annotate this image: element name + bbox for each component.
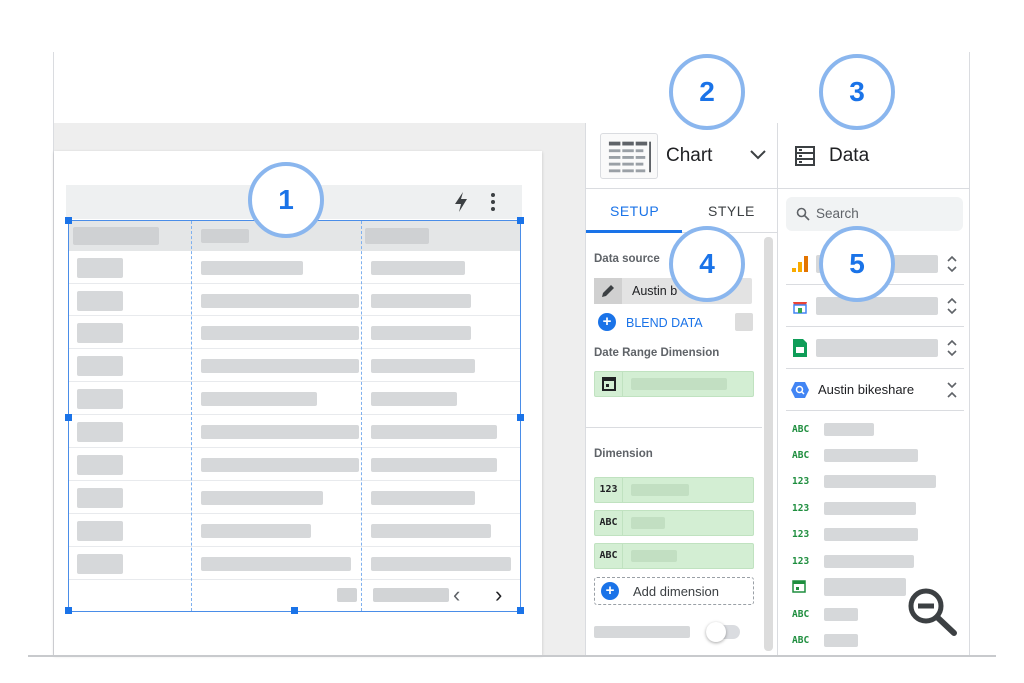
text-type-tag: ABC (792, 635, 810, 646)
data-source-name: Austin b (632, 284, 678, 298)
text-type-tag: ABC (595, 511, 623, 535)
resize-handle-bottom-left[interactable] (65, 607, 72, 614)
text-type-tag: ABC (595, 544, 623, 568)
pencil-icon[interactable] (594, 278, 622, 304)
selected-table-chart[interactable]: ‹ › (65, 217, 524, 614)
resize-handle-top-left[interactable] (65, 217, 72, 224)
dimension-field[interactable]: ABC (594, 543, 754, 569)
calendar-icon (792, 580, 806, 593)
data-source-label: Data source (594, 253, 660, 265)
kebab-icon[interactable] (488, 191, 498, 213)
text-type-tag: ABC (792, 609, 810, 620)
number-type-tag: 123 (792, 503, 810, 514)
add-dimension-button[interactable]: + Add dimension (594, 577, 754, 605)
date-range-label: Date Range Dimension (594, 347, 720, 359)
number-type-tag: 123 (792, 556, 810, 567)
number-type-tag: 123 (595, 478, 623, 502)
resize-handle-middle-left[interactable] (65, 414, 72, 421)
expand-icon[interactable] (946, 338, 958, 358)
table-row (77, 422, 123, 442)
resize-handle-middle-right[interactable] (517, 414, 524, 421)
bolt-icon[interactable] (452, 191, 470, 213)
number-type-tag: 123 (792, 476, 810, 487)
resize-handle-bottom-right[interactable] (517, 607, 524, 614)
pagination-range (337, 588, 357, 602)
chart-properties-panel: Chart SETUP STYLE Data source Austin b +… (585, 123, 778, 655)
frame-right-border (969, 52, 970, 656)
collapse-icon[interactable] (946, 380, 958, 400)
panel-tabs: SETUP STYLE (586, 189, 777, 233)
chart-type-title: Chart (666, 145, 713, 166)
expand-icon[interactable] (946, 254, 958, 274)
sheets-icon (793, 339, 807, 357)
prev-page-icon[interactable]: ‹ (453, 584, 460, 606)
search-placeholder: Search (816, 206, 859, 221)
table-row (77, 291, 123, 311)
bigquery-icon (791, 382, 809, 398)
number-type-tag: 123 (792, 529, 810, 540)
zoom-out-icon[interactable] (904, 586, 964, 638)
data-panel-header: Data (778, 123, 969, 189)
data-source-item[interactable] (786, 327, 964, 369)
text-type-tag: ABC (792, 424, 810, 435)
callout-2: 2 (669, 54, 745, 130)
table-row (77, 356, 123, 376)
plus-circle-icon: + (601, 582, 619, 600)
panel-scrollbar[interactable] (764, 237, 773, 651)
dimension-field[interactable]: ABC (594, 510, 754, 536)
dimension-field[interactable]: 123 (594, 477, 754, 503)
text-type-tag: ABC (792, 450, 810, 461)
table-row (77, 455, 123, 475)
callout-3: 3 (819, 54, 895, 130)
active-tab-indicator (586, 230, 682, 233)
table-row (77, 389, 123, 409)
callout-5: 5 (819, 226, 895, 302)
plus-circle-icon: + (598, 313, 616, 331)
data-search-input[interactable]: Search (786, 197, 963, 231)
pagination-total (373, 588, 449, 602)
date-range-dimension-field[interactable] (594, 371, 754, 397)
calendar-icon (595, 372, 623, 396)
data-panel-title: Data (829, 145, 870, 166)
section-divider (586, 427, 762, 428)
table-row (77, 488, 123, 508)
resize-handle-bottom-center[interactable] (291, 607, 298, 614)
table-row (77, 521, 123, 541)
tab-setup[interactable]: SETUP (610, 203, 659, 219)
blend-checkbox[interactable] (735, 313, 753, 331)
toggle-knob (706, 622, 726, 642)
dimension-label: Dimension (594, 448, 653, 460)
next-page-icon[interactable]: › (495, 584, 502, 606)
resize-handle-top-right[interactable] (517, 217, 524, 224)
option-label (594, 626, 690, 638)
database-icon (795, 146, 815, 166)
expand-icon[interactable] (946, 296, 958, 316)
table-row (77, 258, 123, 278)
add-dimension-label: Add dimension (633, 584, 719, 599)
callout-4: 4 (669, 226, 745, 302)
tab-style[interactable]: STYLE (708, 203, 755, 219)
chevron-down-icon[interactable] (749, 145, 767, 163)
bar-chart-icon (792, 256, 808, 272)
frame-bottom-border (28, 655, 996, 657)
table-row (77, 554, 123, 574)
data-source-item-selected[interactable]: Austin bikeshare (786, 369, 964, 411)
blend-data-label: BLEND DATA (626, 316, 703, 330)
store-icon (793, 302, 807, 314)
option-toggle[interactable] (706, 622, 740, 642)
search-icon (796, 207, 810, 221)
chart-type-header[interactable]: Chart (586, 123, 777, 189)
data-panel: Data Search Austin bikeshare ABC ABC 123… (778, 123, 969, 655)
table-chart-icon[interactable] (600, 133, 658, 179)
callout-1: 1 (248, 162, 324, 238)
table-row (77, 323, 123, 343)
screenshot-stage: ‹ › Chart SETUP STYLE Data source Austin… (0, 0, 1024, 683)
data-source-name: Austin bikeshare (818, 382, 915, 397)
